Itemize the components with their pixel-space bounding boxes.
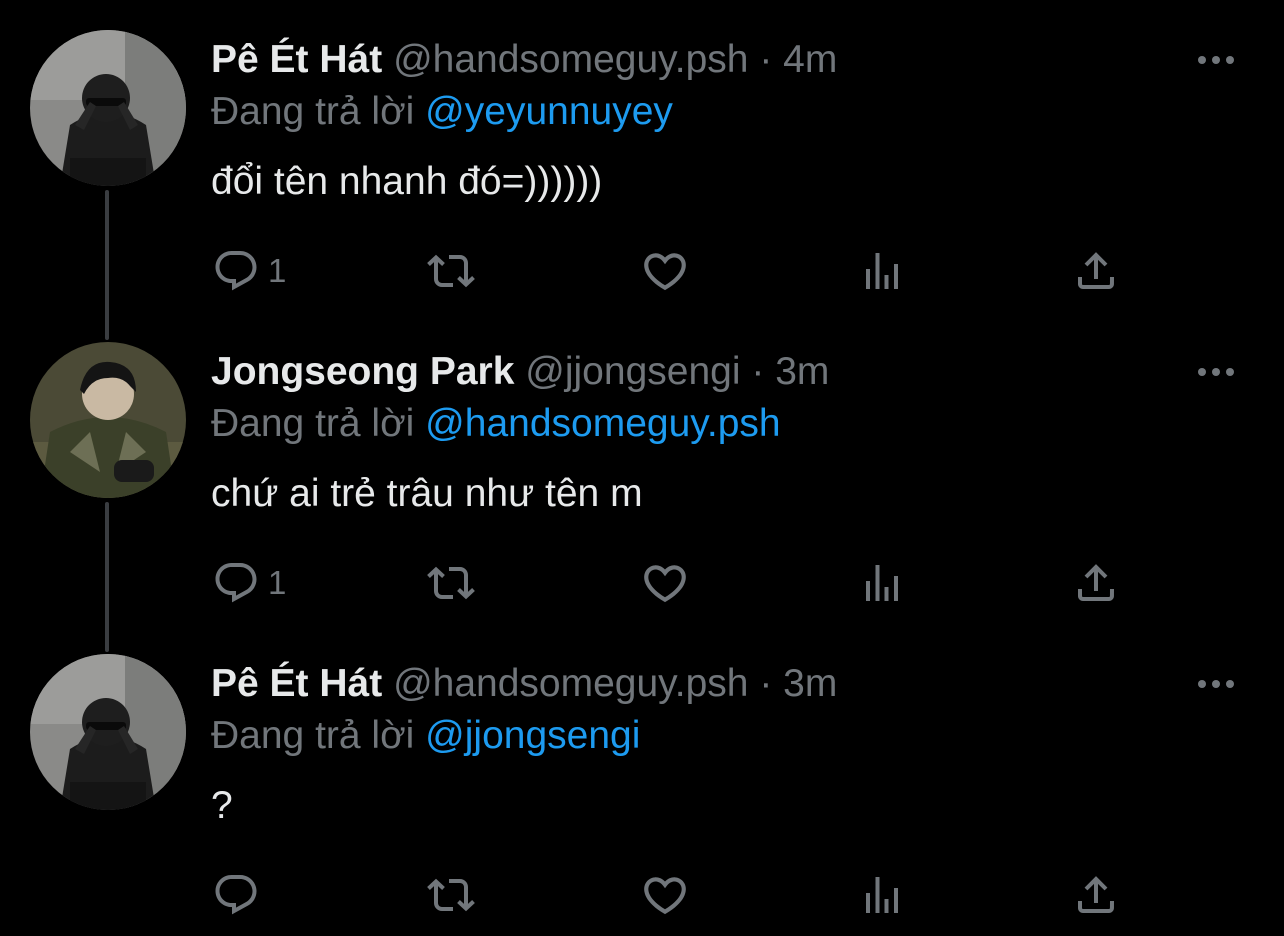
action-bar: 1: [0, 556, 1284, 610]
like-button[interactable]: [640, 556, 690, 610]
reply-bubble-icon: [215, 251, 257, 291]
tweet-text: ?: [211, 784, 233, 827]
action-bar: 1: [0, 244, 1284, 298]
reply-count: 1: [268, 252, 287, 289]
user-handle[interactable]: @jjongsengi: [525, 350, 740, 393]
display-name[interactable]: Pê Ét Hát: [211, 38, 382, 81]
avatar[interactable]: [30, 654, 186, 810]
tweet-text: chứ ai trẻ trâu như tên m: [211, 472, 643, 515]
tweet-header: Pê Ét Hát @handsomeguy.psh · 4m: [211, 36, 837, 84]
display-name[interactable]: Jongseong Park: [211, 350, 514, 393]
like-button[interactable]: [640, 868, 690, 922]
retweet-icon: [427, 878, 475, 912]
user-handle[interactable]: @handsomeguy.psh: [393, 38, 748, 81]
heart-icon: [644, 877, 686, 915]
tweet[interactable]: Pê Ét Hát @handsomeguy.psh · 4m Đang trả…: [0, 0, 1284, 312]
share-icon: [1078, 252, 1114, 289]
retweet-icon: [427, 566, 475, 600]
tweet-text: đổi tên nhanh đó=)))))): [211, 160, 603, 203]
analytics-icon: [866, 565, 898, 601]
tweet-header: Pê Ét Hát @handsomeguy.psh · 3m: [211, 660, 837, 708]
retweet-button[interactable]: [424, 556, 478, 610]
heart-icon: [644, 565, 686, 603]
reply-count: 1: [268, 564, 287, 601]
more-options-button[interactable]: [1194, 668, 1238, 700]
share-button[interactable]: [1072, 244, 1120, 298]
user-handle[interactable]: @handsomeguy.psh: [393, 662, 748, 705]
heart-icon: [644, 253, 686, 291]
share-button[interactable]: [1072, 868, 1120, 922]
mention-link[interactable]: @jjongsengi: [425, 714, 640, 757]
share-button[interactable]: [1072, 556, 1120, 610]
more-dots-icon: [1198, 368, 1234, 376]
timestamp[interactable]: 4m: [783, 38, 837, 81]
retweet-button[interactable]: [424, 868, 478, 922]
more-dots-icon: [1198, 56, 1234, 64]
reply-bubble-icon: [215, 563, 257, 603]
analytics-icon: [866, 877, 898, 913]
tweet-header: Jongseong Park @jjongsengi · 3m: [211, 348, 829, 396]
tweet[interactable]: Pê Ét Hát @handsomeguy.psh · 3m Đang trả…: [0, 624, 1284, 936]
analytics-button[interactable]: [858, 244, 906, 298]
reply-button[interactable]: 1: [212, 556, 286, 610]
reply-button[interactable]: 1: [212, 244, 286, 298]
like-button[interactable]: [640, 244, 690, 298]
replying-to-line: Đang trả lời @yeyunnuyey: [211, 88, 673, 136]
timestamp[interactable]: 3m: [775, 350, 829, 393]
mention-link[interactable]: @handsomeguy.psh: [425, 402, 780, 445]
replying-to-label: Đang trả lời: [211, 402, 415, 445]
share-icon: [1078, 876, 1114, 913]
tweet[interactable]: Jongseong Park @jjongsengi · 3m Đang trả…: [0, 312, 1284, 624]
mention-link[interactable]: @yeyunnuyey: [425, 90, 673, 133]
reply-bubble-icon: [215, 875, 257, 915]
avatar[interactable]: [30, 342, 186, 498]
separator-dot: ·: [751, 350, 765, 393]
replying-to-label: Đang trả lời: [211, 90, 415, 133]
replying-to-line: Đang trả lời @jjongsengi: [211, 712, 640, 760]
separator-dot: ·: [759, 662, 773, 705]
more-dots-icon: [1198, 680, 1234, 688]
more-options-button[interactable]: [1194, 44, 1238, 76]
avatar[interactable]: [30, 30, 186, 186]
share-icon: [1078, 564, 1114, 601]
separator-dot: ·: [759, 38, 773, 81]
retweet-button[interactable]: [424, 244, 478, 298]
timestamp[interactable]: 3m: [783, 662, 837, 705]
analytics-button[interactable]: [858, 556, 906, 610]
analytics-button[interactable]: [858, 868, 906, 922]
retweet-icon: [427, 254, 475, 288]
action-bar: [0, 868, 1284, 922]
display-name[interactable]: Pê Ét Hát: [211, 662, 382, 705]
more-options-button[interactable]: [1194, 356, 1238, 388]
analytics-icon: [866, 253, 898, 289]
replying-to-line: Đang trả lời @handsomeguy.psh: [211, 400, 781, 448]
reply-button[interactable]: [212, 868, 268, 922]
replying-to-label: Đang trả lời: [211, 714, 415, 757]
